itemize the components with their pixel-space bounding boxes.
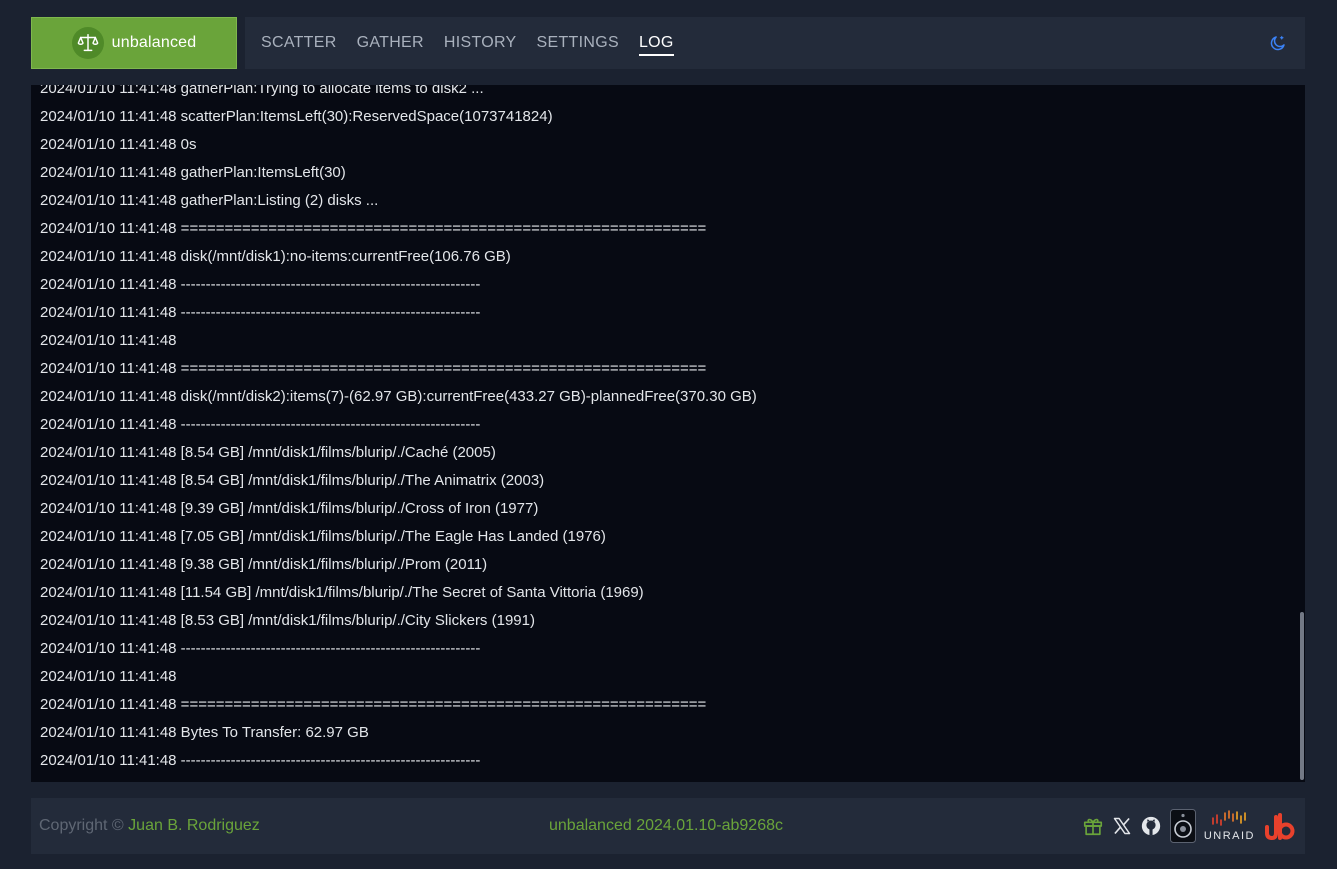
log-line: 2024/01/10 11:41:48 ====================… [40, 696, 707, 713]
log-line: 2024/01/10 11:41:48 [8.53 GB] /mnt/disk1… [40, 612, 535, 629]
gift-icon[interactable] [1082, 815, 1104, 837]
footer: Copyright © Juan B. Rodriguez unbalanced… [31, 798, 1305, 854]
log-line: 2024/01/10 11:41:48 disk(/mnt/disk2):ite… [40, 388, 757, 405]
log-scrollbar-thumb[interactable] [1300, 612, 1304, 780]
log-line: 2024/01/10 11:41:48 --------------------… [40, 640, 481, 657]
nav-gather[interactable]: GATHER [357, 34, 424, 52]
log-line: 2024/01/10 11:41:48 scatterPlan:ItemsLef… [40, 108, 553, 125]
log-line: 2024/01/10 11:41:48 ====================… [40, 360, 707, 377]
log-line: 2024/01/10 11:41:48 [40, 332, 177, 349]
nav-scatter[interactable]: SCATTER [261, 34, 337, 52]
log-line: 2024/01/10 11:41:48 Bytes To Transfer: 6… [40, 724, 369, 741]
brand-name: unbalanced [111, 34, 197, 51]
author-link[interactable]: Juan B. Rodriguez [128, 817, 260, 834]
log-panel[interactable]: 2024/01/10 11:41:48 gatherPlan:Trying to… [31, 85, 1305, 782]
moon-icon[interactable] [1269, 34, 1287, 52]
nav-log[interactable]: LOG [638, 34, 674, 56]
nav-history[interactable]: HISTORY [444, 34, 517, 52]
main-nav: SCATTER GATHER HISTORY SETTINGS LOG [245, 17, 1305, 69]
log-line: 2024/01/10 11:41:48 [8.54 GB] /mnt/disk1… [40, 472, 545, 489]
jb-logo-icon[interactable] [1263, 811, 1295, 841]
log-line: 2024/01/10 11:41:48 [40, 668, 177, 685]
log-line: 2024/01/10 11:41:48 [11.54 GB] /mnt/disk… [40, 584, 644, 601]
unraid-label: UNRAID [1203, 830, 1255, 842]
speaker-icon[interactable] [1169, 809, 1196, 843]
log-line: 2024/01/10 11:41:48 [7.05 GB] /mnt/disk1… [40, 528, 606, 545]
log-line: 2024/01/10 11:41:48 --------------------… [40, 752, 481, 769]
balance-scale-icon [71, 27, 104, 59]
log-line: 2024/01/10 11:41:48 gatherPlan:Listing (… [40, 192, 379, 209]
nav-settings[interactable]: SETTINGS [537, 34, 619, 52]
copyright-prefix: Copyright © [39, 817, 124, 834]
unraid-icon[interactable]: UNRAID [1204, 810, 1255, 842]
brand-logo-button[interactable]: unbalanced [31, 17, 237, 69]
x-icon[interactable] [1112, 816, 1132, 836]
github-icon[interactable] [1140, 815, 1162, 837]
log-line: 2024/01/10 11:41:48 --------------------… [40, 276, 481, 293]
log-line: 2024/01/10 11:41:48 [8.54 GB] /mnt/disk1… [40, 444, 496, 461]
app-window: unbalanced SCATTER GATHER HISTORY SETTIN… [0, 0, 1337, 869]
log-line: 2024/01/10 11:41:48 [9.39 GB] /mnt/disk1… [40, 500, 539, 517]
footer-links: UNRAID [1082, 798, 1295, 854]
log-line: 2024/01/10 11:41:48 [9.38 GB] /mnt/disk1… [40, 556, 488, 573]
app-version: unbalanced 2024.01.10-ab9268c [549, 817, 783, 834]
log-line: 2024/01/10 11:41:48 gatherPlan:Trying to… [40, 85, 484, 97]
log-line: 2024/01/10 11:41:48 gatherPlan:ItemsLeft… [40, 164, 346, 181]
log-line: 2024/01/10 11:41:48 ====================… [40, 220, 707, 237]
log-line: 2024/01/10 11:41:48 --------------------… [40, 416, 481, 433]
log-line: 2024/01/10 11:41:48 0s [40, 136, 197, 153]
copyright: Copyright © Juan B. Rodriguez [39, 798, 260, 854]
log-lines: 2024/01/10 11:41:48 gatherPlan:Trying to… [40, 85, 1293, 775]
log-line: 2024/01/10 11:41:48 disk(/mnt/disk1):no-… [40, 248, 511, 265]
log-line: 2024/01/10 11:41:48 --------------------… [40, 304, 481, 321]
